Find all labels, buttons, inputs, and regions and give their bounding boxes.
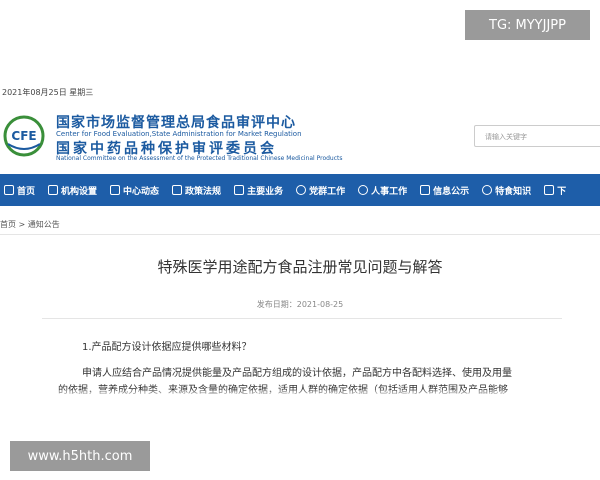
nav-label: 首页 bbox=[17, 186, 36, 197]
nav-label: 人事工作 bbox=[371, 186, 408, 197]
org-name-en-1: Center for Food Evaluation,State Adminis… bbox=[56, 130, 302, 138]
nav-label: 下 bbox=[557, 186, 567, 197]
nav-item-news[interactable]: 中心动态 bbox=[110, 184, 159, 197]
search-input[interactable]: 请输入关键字 bbox=[474, 125, 600, 147]
nav-label: 机构设置 bbox=[61, 186, 98, 197]
nav-item-business[interactable]: 主要业务 bbox=[234, 184, 283, 197]
article-question-1: 1.产品配方设计依据应提供哪些材料？ bbox=[82, 342, 252, 353]
org-name-cn-1: 国家市场监督管理总局食品审评中心 bbox=[56, 115, 296, 131]
publish-date: 发布日期：2021-08-25 bbox=[256, 300, 344, 309]
nav-label: 党群工作 bbox=[309, 186, 346, 197]
current-date: 2021年08月25日 星期三 bbox=[2, 88, 94, 97]
nav-item-org[interactable]: 机构设置 bbox=[48, 184, 97, 197]
nav-label: 主要业务 bbox=[247, 186, 284, 197]
org-icon bbox=[48, 185, 59, 195]
download-icon bbox=[544, 185, 555, 195]
nav-item-hr[interactable]: 人事工作 bbox=[358, 184, 407, 197]
bulb-icon bbox=[482, 185, 493, 195]
breadcrumb-current[interactable]: 通知公告 bbox=[28, 220, 60, 229]
book-icon bbox=[172, 185, 183, 195]
org-name-en-2: National Committee on the Assessment of … bbox=[56, 155, 343, 162]
nav-label: 政策法规 bbox=[185, 186, 222, 197]
nav-label: 中心动态 bbox=[123, 186, 160, 197]
watermark-tg: TG: MYYJJPP bbox=[465, 10, 590, 40]
nav-item-home[interactable]: 首页 bbox=[4, 184, 35, 197]
nav-item-knowledge[interactable]: 特食知识 bbox=[482, 184, 531, 197]
nav-item-policy[interactable]: 政策法规 bbox=[172, 184, 221, 197]
people-icon bbox=[358, 185, 369, 195]
home-icon bbox=[4, 185, 14, 195]
cfe-logo[interactable]: CFE bbox=[2, 114, 46, 158]
nav-item-download[interactable]: 下 bbox=[544, 184, 566, 197]
news-icon bbox=[110, 185, 121, 195]
info-icon bbox=[420, 185, 431, 195]
logo-text: CFE bbox=[11, 129, 36, 143]
breadcrumb-separator: > bbox=[16, 220, 28, 229]
breadcrumb-home[interactable]: 首页 bbox=[0, 220, 16, 229]
article-title: 特殊医学用途配方食品注册常见问题与解答 bbox=[157, 258, 443, 276]
nav-item-info[interactable]: 信息公示 bbox=[420, 184, 469, 197]
main-nav: 首页 机构设置 中心动态 政策法规 主要业务 党群工作 人事工作 信息公示 特食… bbox=[0, 174, 600, 206]
nav-label: 信息公示 bbox=[433, 186, 470, 197]
building-icon bbox=[234, 185, 245, 195]
nav-label: 特食知识 bbox=[495, 186, 532, 197]
breadcrumb: 首页 > 通知公告 bbox=[0, 219, 60, 230]
watermark-site: www.h5hth.com bbox=[10, 441, 150, 471]
divider bbox=[42, 318, 562, 319]
divider bbox=[0, 234, 600, 235]
person-icon bbox=[296, 185, 307, 195]
article-paragraph-line-1: 申请人应结合产品情况提供能量及产品配方组成的设计依据，产品配方中各配料选择、使用… bbox=[82, 368, 512, 379]
nav-item-party[interactable]: 党群工作 bbox=[296, 184, 345, 197]
